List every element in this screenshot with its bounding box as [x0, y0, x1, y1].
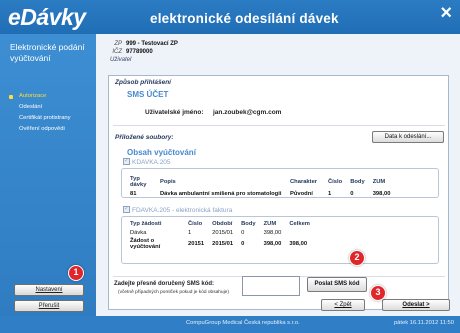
box2-table: Typ žádosti Číslo Období Body ZUM Celkem…: [126, 220, 314, 251]
table-header: Body: [350, 179, 365, 185]
table-cell: 0: [350, 191, 354, 197]
box2-table-panel: Typ žádosti Číslo Období Body ZUM Celkem…: [121, 216, 439, 264]
sms-code-label: Zadejte přesně doručený SMS kód:: [114, 281, 215, 287]
table-row: Dávka 1 2015/01 0 398,00: [126, 229, 314, 237]
sms-code-input[interactable]: [242, 276, 300, 296]
attachments-title: Přiložené soubory:: [115, 134, 174, 141]
annotation-marker-1: 1: [68, 265, 84, 281]
icz-label: IČZ: [112, 49, 122, 55]
box2-label-text: FDAVKA.205 - elektronická faktura: [132, 207, 233, 214]
divider: [113, 125, 445, 126]
table-cell: 0: [241, 241, 245, 247]
username-label: Uživatelské jméno:: [145, 109, 204, 116]
company-name: CompuGroup Medical Česká republika s.r.o…: [186, 320, 300, 326]
table-cell: Původní: [290, 191, 313, 197]
app-header: eDávky elektronické odesílání dávek ×: [0, 0, 460, 34]
username-value: jan.zoubek@cgm.com: [213, 109, 282, 116]
annotation-marker-2: 2: [349, 250, 365, 266]
annotation-marker-3: 3: [370, 285, 386, 301]
checkbox-icon: [123, 205, 130, 213]
settings-button[interactable]: Nastavení: [14, 284, 84, 296]
user-label: Uživatel: [110, 57, 132, 63]
table-row: 81 Dávka ambulantní smíšená pro stomatol…: [126, 190, 394, 198]
table-cell: 398,00: [263, 241, 282, 247]
step-item-autorizace[interactable]: Autorizace: [6, 91, 71, 102]
box1-label: KDAVKA.205: [123, 157, 171, 166]
user-info: ZP 999 - Testovací ZP IČZ 97789000 Uživate…: [110, 40, 178, 64]
table-header: Charakter: [290, 179, 318, 185]
main-content: ZP 999 - Testovací ZP IČZ 97789000 Uživate…: [96, 34, 460, 316]
interrupt-button[interactable]: Přerušit: [14, 300, 84, 312]
close-icon[interactable]: ×: [440, 2, 452, 25]
send-sms-code-button[interactable]: Poslat SMS kód: [307, 277, 367, 292]
table-cell: Dávka: [130, 230, 147, 236]
sidebar-title: Elektronické podání vyúčtování: [10, 42, 85, 63]
table-cell: 398,00: [289, 241, 308, 247]
box2-label: FDAVKA.205 - elektronická faktura: [123, 205, 233, 214]
box1-table: Typ dávky Popis Charakter Číslo Body ZUM…: [126, 175, 394, 198]
content-title: Obsah vyúčtování: [127, 148, 196, 157]
zp-label: ZP: [114, 41, 122, 47]
table-header: Celkem: [289, 221, 310, 227]
table-cell: Žádost o vyúčtování: [130, 238, 161, 250]
window-title: elektronické odesílání dávek: [150, 11, 339, 26]
icz-value: 97789000: [126, 49, 153, 55]
data-to-send-button[interactable]: Data k odeslání...: [372, 131, 444, 143]
login-section-title: Způsob přihlášení: [115, 79, 171, 86]
table-row: Žádost o vyúčtování 20151 2015/01 0 398,…: [126, 237, 314, 251]
table-cell: 1: [328, 191, 332, 197]
table-header: Typ žádosti: [130, 221, 162, 227]
login-method: SMS ÚČET: [127, 90, 169, 99]
table-cell: 2015/01: [212, 230, 234, 236]
table-header: Typ dávky: [130, 176, 147, 188]
zp-value: 999 - Testovací ZP: [126, 41, 178, 47]
table-cell: [285, 229, 314, 237]
step-list: Autorizace Odeslání Certifikát protistra…: [6, 91, 71, 135]
box1-label-text: KDAVKA.205: [132, 159, 171, 166]
box1-table-panel: Typ dávky Popis Charakter Číslo Body ZUM…: [121, 168, 439, 198]
table-header: Číslo: [328, 179, 343, 185]
sms-code-hint: (včetně případných pomlček pokud je kód …: [118, 290, 229, 295]
table-cell: 0: [241, 230, 245, 236]
table-cell: 398,00: [263, 230, 282, 236]
table-cell: 20151: [188, 241, 205, 247]
step-item-odeslani[interactable]: Odeslání: [6, 102, 71, 113]
table-header: ZUM: [263, 221, 277, 227]
step-item-certifikat[interactable]: Certifikát protistrany: [6, 113, 71, 124]
auth-panel: Způsob přihlášení SMS ÚČET Uživatelské j…: [108, 75, 449, 310]
table-header: Popis: [160, 179, 176, 185]
date-time: pátek 16.11.2012 11:50: [393, 320, 454, 326]
table-cell: 2015/01: [212, 241, 234, 247]
table-cell: 1: [188, 230, 192, 236]
table-cell: Dávka ambulantní smíšená pro stomatologi…: [160, 191, 282, 197]
send-button[interactable]: Odeslat >: [382, 299, 450, 311]
step-item-overeni[interactable]: Ověření odpovědi: [6, 124, 71, 135]
table-header: Období: [212, 221, 233, 227]
back-button[interactable]: < Zpět: [321, 299, 365, 311]
table-header: ZUM: [372, 179, 386, 185]
status-bar: CompuGroup Medical Česká republika s.r.o…: [0, 316, 460, 333]
table-cell: 81: [130, 191, 137, 197]
table-header: Číslo: [188, 221, 203, 227]
table-header: Body: [241, 221, 256, 227]
app-logo: eDávky: [8, 4, 86, 30]
table-cell: 398,00: [372, 191, 391, 197]
checkbox-icon: [123, 157, 130, 165]
